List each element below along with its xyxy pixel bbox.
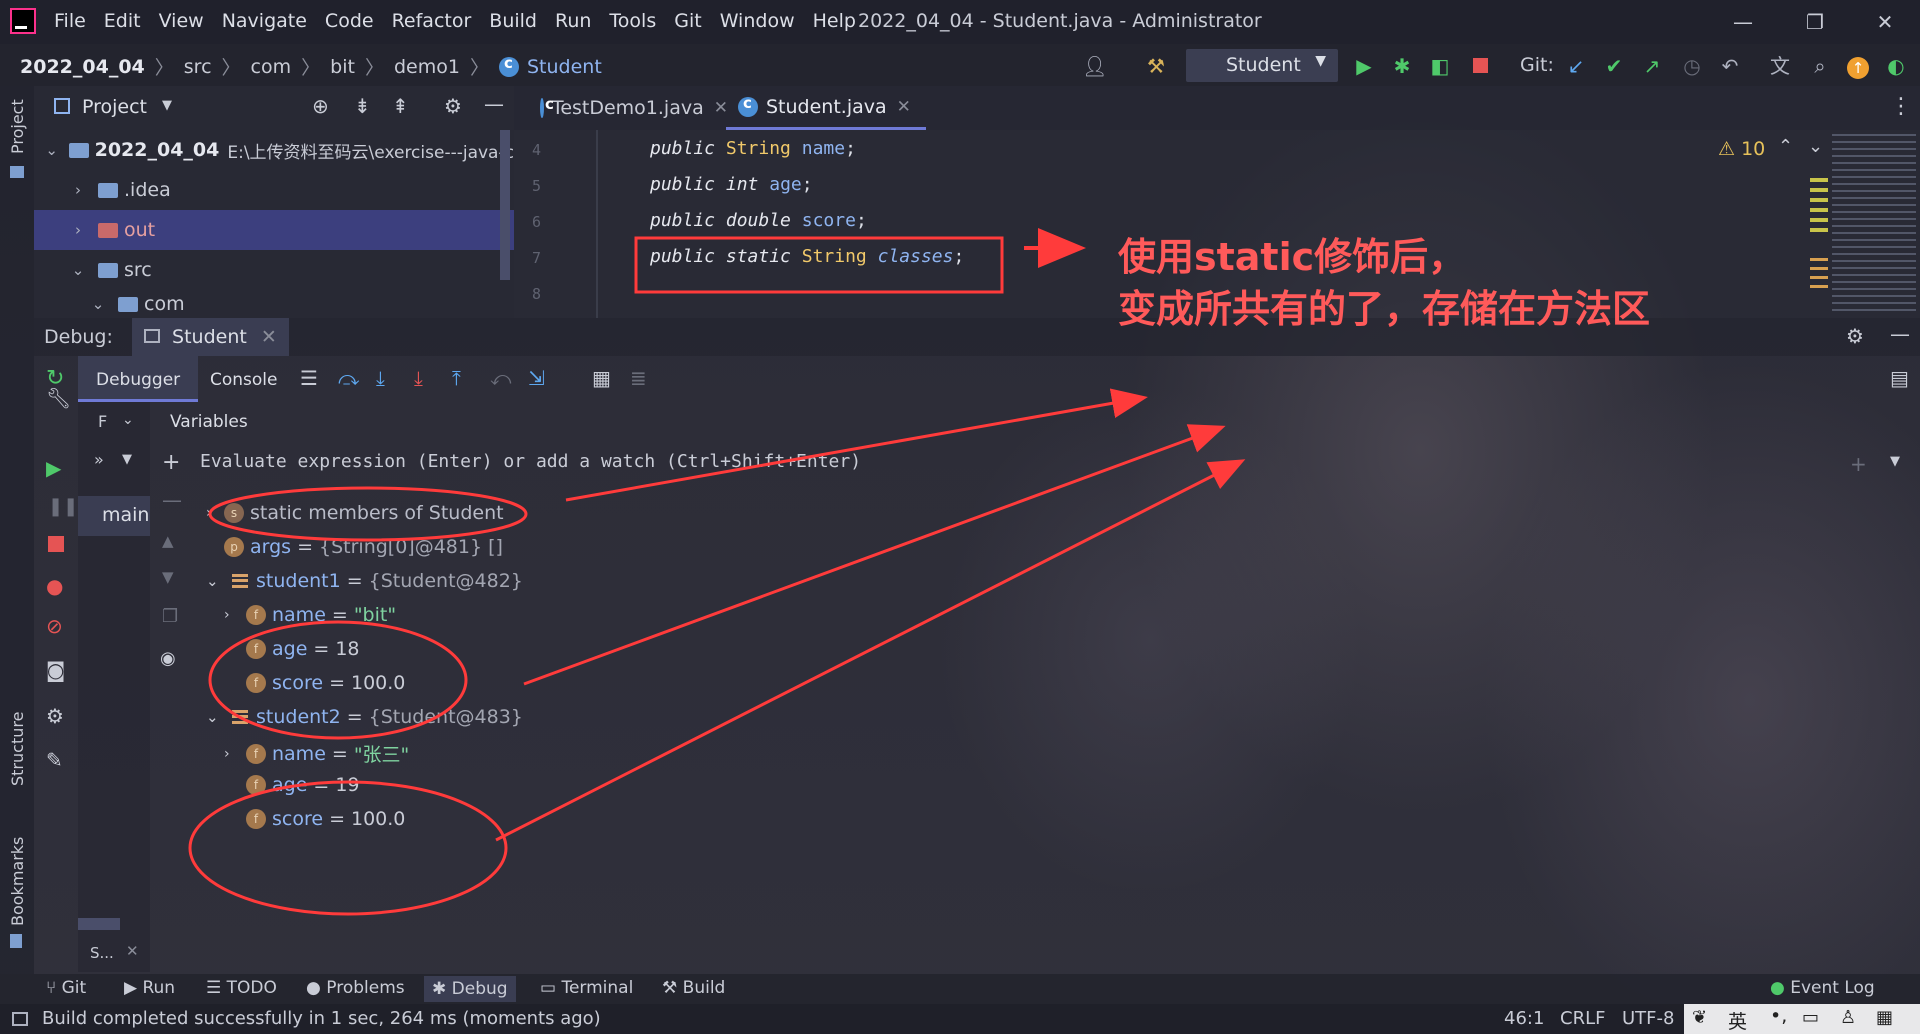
tab-label: TODO	[226, 978, 277, 998]
caret-position[interactable]: 46:1	[1504, 1008, 1544, 1029]
annotation-overlay	[188, 228, 1246, 916]
highlight-ellipse-student1	[208, 620, 468, 740]
tab-label: Run	[142, 978, 176, 998]
tab-terminal[interactable]: ▭ Terminal	[540, 978, 633, 998]
tab-label: Terminal	[561, 978, 634, 998]
highlight-box-static-field	[634, 236, 1004, 294]
annotation-arrow	[523, 424, 1226, 686]
paw-icon[interactable]: ❦	[1692, 1007, 1707, 1028]
ime-mode[interactable]: 英	[1728, 1007, 1747, 1034]
bottom-tool-tabs: ⑂ Git ▶ Run ☰ TODO ● Problems ✱ Debug ▭ …	[0, 974, 1920, 1004]
tab-label: Problems	[326, 978, 405, 998]
punctuation-icon[interactable]: •,	[1770, 1005, 1787, 1027]
annotation-text-line2: 变成所共有的了，存储在方法区	[1118, 287, 1651, 331]
annotation-arrow	[495, 459, 1246, 842]
tab-debug[interactable]: ✱ Debug	[424, 976, 516, 1002]
tab-run[interactable]: ▶ Run	[124, 978, 175, 998]
annotation-text-line1: 使用static修饰后，	[1118, 235, 1467, 279]
event-log-label: Event Log	[1790, 978, 1875, 998]
event-log-icon: ●	[1770, 978, 1785, 998]
grid-icon[interactable]: ▦	[1876, 1007, 1893, 1028]
status-bar: Build completed successfully in 1 sec, 2…	[0, 1004, 1920, 1034]
annotation-arrow	[565, 388, 1148, 502]
status-message: Build completed successfully in 1 sec, 2…	[42, 1008, 601, 1029]
tab-build[interactable]: ⚒ Build	[662, 978, 725, 998]
tab-todo[interactable]: ☰ TODO	[206, 978, 277, 998]
user-icon[interactable]: ♙	[1840, 1007, 1856, 1028]
line-separator[interactable]: CRLF	[1560, 1008, 1605, 1029]
highlight-ellipse-static-members	[208, 486, 528, 542]
file-encoding[interactable]: UTF-8	[1622, 1008, 1674, 1029]
ime-toolbar: ❦ 英 •, ▭ ♙ ▦	[1684, 1004, 1920, 1034]
event-log-button[interactable]: ● Event Log	[1770, 978, 1875, 998]
tab-git[interactable]: ⑂ Git	[46, 978, 86, 998]
tab-label: Debug	[451, 979, 508, 999]
tab-label: Build	[682, 978, 726, 998]
status-panel-icon[interactable]	[12, 1012, 28, 1026]
screen-icon[interactable]: ▭	[1802, 1007, 1819, 1028]
tab-problems[interactable]: ● Problems	[306, 978, 405, 998]
highlight-ellipse-student2	[188, 780, 508, 916]
tab-label: Git	[61, 978, 87, 998]
